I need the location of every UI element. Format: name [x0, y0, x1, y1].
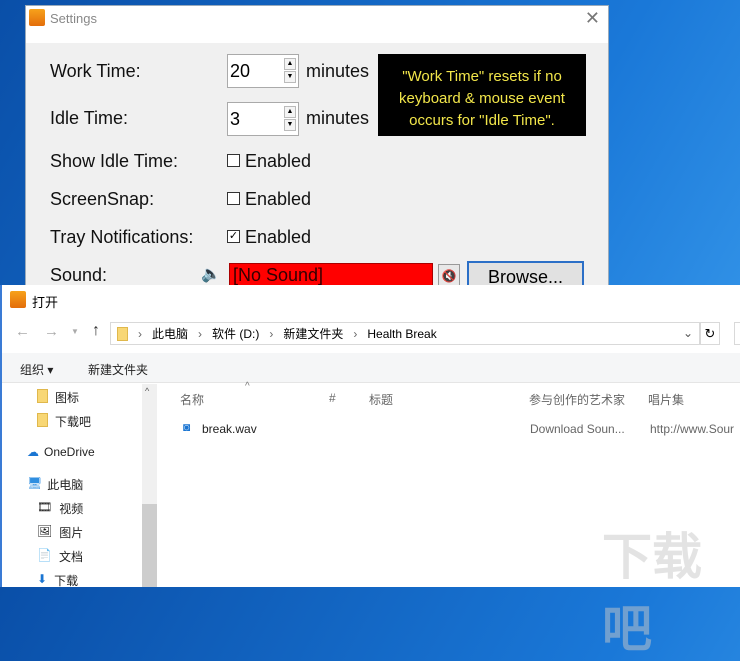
- column-header-number[interactable]: #: [329, 391, 336, 405]
- nav-item[interactable]: ⬇ 下载: [37, 572, 78, 589]
- watermark: 下载吧: [602, 529, 702, 657]
- document-icon: 📄: [37, 548, 52, 562]
- tray-notifications-option[interactable]: Enabled: [245, 227, 311, 248]
- picture-icon: 🖼: [37, 524, 53, 538]
- nav-item[interactable]: 📄 文档: [37, 548, 83, 565]
- refresh-icon[interactable]: ↻: [700, 322, 720, 345]
- column-header-title[interactable]: 标题: [369, 391, 393, 408]
- scrollbar[interactable]: ^: [142, 384, 157, 587]
- file-row[interactable]: ◙ break.wav Download Soun... http://www.…: [180, 419, 740, 439]
- close-icon[interactable]: ✕: [585, 8, 600, 29]
- file-name[interactable]: break.wav: [202, 422, 257, 436]
- window-title: Settings: [50, 11, 97, 26]
- tooltip: "Work Time" resets if no keyboard & mous…: [378, 54, 586, 136]
- settings-window: Settings ✕ Work Time: 20 ▲ ▼ minutes Idle …: [25, 5, 609, 291]
- folder-icon: [37, 413, 48, 427]
- recent-dropdown-icon[interactable]: ▼: [71, 327, 79, 336]
- work-time-label: Work Time:: [50, 61, 141, 81]
- show-idle-time-label: Show Idle Time:: [50, 151, 179, 171]
- nav-item[interactable]: 🖼 图片: [37, 524, 83, 541]
- speaker-icon[interactable]: 🔈: [201, 264, 221, 284]
- address-bar[interactable]: › 此电脑 › 软件 (D:) › 新建文件夹 › Health Break ⌄: [110, 322, 700, 345]
- show-idle-time-checkbox[interactable]: [227, 154, 240, 167]
- idle-time-label: Idle Time:: [50, 108, 129, 128]
- app-icon: [10, 291, 26, 308]
- folder-icon: [37, 389, 48, 403]
- nav-item-onedrive[interactable]: ☁ OneDrive: [27, 445, 95, 459]
- column-header-name[interactable]: 名称: [180, 391, 204, 408]
- screensnap-label: ScreenSnap:: [50, 189, 155, 209]
- breadcrumb-item[interactable]: 此电脑: [152, 325, 188, 342]
- search-input[interactable]: [734, 322, 740, 345]
- nav-item[interactable]: 图标: [37, 389, 79, 406]
- open-file-dialog: 打开 ← → ▼ ↑ › 此电脑 › 软件 (D:) › 新建文件夹 › Health …: [0, 285, 740, 657]
- tray-notifications-checkbox[interactable]: ✓: [227, 230, 240, 243]
- idle-time-spinner[interactable]: 3 ▲ ▼: [227, 102, 299, 136]
- audio-file-icon: ◙: [183, 420, 191, 434]
- file-album: http://www.Sour: [650, 422, 735, 436]
- screensnap-checkbox[interactable]: [227, 192, 240, 205]
- spin-up-icon[interactable]: ▲: [284, 106, 296, 118]
- folder-icon: [117, 326, 128, 341]
- breadcrumb-item[interactable]: Health Break: [367, 327, 436, 341]
- sound-label: Sound:: [50, 265, 108, 285]
- breadcrumb-item[interactable]: 软件 (D:): [212, 325, 259, 342]
- column-header-album[interactable]: 唱片集: [648, 391, 684, 408]
- up-icon[interactable]: ↑: [92, 322, 100, 340]
- organize-button[interactable]: 组织 ▾: [20, 361, 53, 378]
- breadcrumb-item[interactable]: 新建文件夹: [283, 325, 343, 342]
- work-time-spinner[interactable]: 20 ▲ ▼: [227, 54, 299, 88]
- cloud-icon: ☁: [27, 445, 39, 459]
- column-header-artists[interactable]: 参与创作的艺术家: [529, 391, 625, 408]
- show-idle-time-option[interactable]: Enabled: [245, 151, 311, 172]
- chevron-down-icon[interactable]: ⌄: [683, 326, 693, 340]
- app-icon: [29, 9, 45, 26]
- video-icon: 🎞: [37, 500, 53, 514]
- spin-down-icon[interactable]: ▼: [284, 71, 296, 83]
- navigation-pane: ^ 图标 下载吧 ☁ OneDrive 🖥 此电脑 🎞 视频 🖼 图片 📄 文档 ⬇ 下载: [2, 384, 157, 589]
- work-time-unit: minutes: [306, 61, 370, 81]
- nav-item[interactable]: 🎞 视频: [37, 500, 83, 517]
- new-folder-button[interactable]: 新建文件夹: [88, 361, 148, 378]
- dialog-title: 打开: [32, 295, 59, 310]
- nav-item[interactable]: 下载吧: [37, 413, 91, 430]
- file-artist: Download Soun...: [530, 422, 625, 436]
- idle-time-unit: minutes: [306, 108, 370, 128]
- work-time-value[interactable]: 20: [230, 61, 250, 81]
- spin-up-icon[interactable]: ▲: [284, 58, 296, 70]
- screensnap-option[interactable]: Enabled: [245, 189, 311, 210]
- nav-item-this-pc[interactable]: 🖥 此电脑: [27, 476, 83, 493]
- download-icon: ⬇: [37, 572, 48, 586]
- forward-icon[interactable]: →: [44, 323, 59, 340]
- computer-icon: 🖥: [27, 476, 43, 490]
- spin-down-icon[interactable]: ▼: [284, 119, 296, 131]
- title-bar: Settings ✕: [26, 6, 608, 43]
- idle-time-value[interactable]: 3: [230, 109, 240, 129]
- back-icon[interactable]: ←: [15, 323, 30, 340]
- tray-notifications-label: Tray Notifications:: [50, 227, 194, 247]
- command-bar: 组织 ▾ 新建文件夹: [2, 353, 740, 383]
- sort-ascending-icon: ^: [245, 381, 250, 392]
